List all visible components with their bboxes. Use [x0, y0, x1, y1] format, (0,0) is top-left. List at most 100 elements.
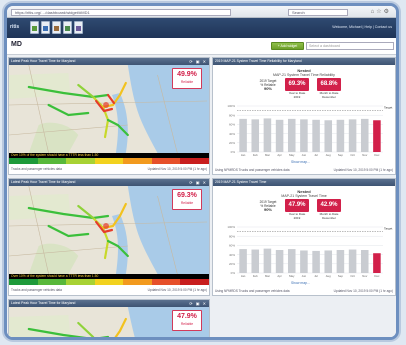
- widget-title: 2019 MAP-21 System Travel Time: [215, 180, 267, 184]
- color-scale: [9, 158, 209, 164]
- bar-oct[interactable]: [348, 119, 357, 152]
- bar-nov[interactable]: [360, 250, 369, 273]
- bar-dec[interactable]: [373, 120, 381, 152]
- monthly-reliability-chart[interactable]: 100% 80% 60% 40% 20% 0% Target Jan Feb Mar Apr May J…: [215, 102, 395, 160]
- widget-footer-source: Using NPMRDS Trucks and passenger vehicl…: [215, 289, 290, 293]
- widget-subheading: MAP-21 System Travel Time: [281, 194, 327, 198]
- monthly-reliability-chart[interactable]: 100% 80% 60% 40% 20% 0% Target Jan Feb Mar Apr May J…: [215, 223, 395, 281]
- map-widget-1: Latest Peak Hour Travel Time for Marylan…: [8, 57, 210, 175]
- dashboard-titlebar: MD + Add widget Select a dashboard: [7, 38, 396, 55]
- y-tick-label: 40%: [229, 253, 235, 257]
- ytd-value-box: 69.3%: [285, 78, 309, 91]
- x-tick-label: Apr: [277, 153, 281, 157]
- widget-footer-updated: Updated Nov 10, 2019 5:00 PM (1 hr ago): [333, 289, 393, 293]
- tool-table-button[interactable]: [52, 21, 61, 34]
- reliability-widget-1: 2019 MAP-21 System Travel Time Reliabili…: [212, 57, 396, 175]
- bar-mar[interactable]: [263, 118, 272, 152]
- x-tick-label: Sep: [338, 153, 343, 157]
- widget-header: Latest Peak Hour Travel Time for Marylan…: [9, 300, 209, 307]
- bar-apr[interactable]: [275, 250, 284, 273]
- x-tick-label: May: [289, 153, 295, 157]
- map-widget-3: Latest Peak Hour Travel Time for Marylan…: [8, 299, 210, 337]
- user-links[interactable]: Welcome, Michael | Help | Contact us: [332, 25, 392, 29]
- tool-trend-button[interactable]: [74, 21, 83, 34]
- bar-aug[interactable]: [324, 250, 333, 273]
- show-map-link[interactable]: Show map...: [291, 160, 310, 164]
- mtd-value-box: 42.9%: [317, 199, 341, 212]
- target-block: 2019 Target % Reliable 90%: [255, 200, 281, 212]
- kpi-label: Reliable: [180, 322, 194, 326]
- bar-jul[interactable]: [312, 119, 320, 152]
- widget-header: 2019 MAP-21 System Travel Time Reliabili…: [213, 58, 395, 65]
- tool-analytics-button[interactable]: [63, 21, 72, 34]
- url-field[interactable]: https://ritis.org/…/dashboard/widget/#MD…: [11, 8, 231, 16]
- page-title: MD: [11, 41, 22, 48]
- x-tick-label: Aug: [326, 153, 331, 157]
- tool-chart-button[interactable]: [41, 21, 50, 34]
- color-scale: [9, 279, 209, 285]
- dashboard-grid: Latest Peak Hour Travel Time for Marylan…: [7, 55, 396, 337]
- app-logo: ritis: [10, 24, 20, 30]
- bar-may[interactable]: [287, 249, 296, 273]
- y-tick-label: 40%: [229, 132, 235, 136]
- bar-sep[interactable]: [336, 119, 345, 152]
- bar-aug[interactable]: [324, 120, 333, 152]
- bar-oct[interactable]: [348, 249, 357, 273]
- x-tick-label: May: [289, 274, 295, 278]
- widget-controls[interactable]: ⟳ ▣ ✕: [189, 58, 207, 65]
- x-tick-label: Jun: [302, 153, 307, 157]
- y-tick-label: 20%: [229, 141, 235, 145]
- widget-header: Latest Peak Hour Travel Time for Marylan…: [9, 179, 209, 186]
- gear-icon[interactable]: ⚙: [384, 9, 391, 15]
- mtd-value-box: 68.8%: [317, 78, 341, 91]
- reliability-widget-2: 2019 MAP-21 System Travel Time Nested MA…: [212, 178, 396, 296]
- kpi-value: 69.3%: [177, 192, 197, 199]
- map-widget-2: Latest Peak Hour Travel Time for Marylan…: [8, 178, 210, 296]
- browser-window: https://ritis.org/…/dashboard/widget/#MD…: [4, 3, 399, 340]
- target-line-label: Target: [384, 227, 393, 231]
- bar-jul[interactable]: [312, 250, 320, 273]
- bar-dec[interactable]: [373, 253, 381, 273]
- ytd-label: Year to Date 2019: [288, 212, 306, 220]
- x-tick-label: Sep: [338, 274, 343, 278]
- y-tick-label: 100%: [227, 104, 235, 108]
- kpi-value: 49.9%: [177, 71, 197, 78]
- bar-jan[interactable]: [239, 118, 247, 152]
- widget-header: 2019 MAP-21 System Travel Time: [213, 179, 395, 186]
- bar-may[interactable]: [287, 118, 296, 152]
- star-icon[interactable]: ☆: [376, 9, 383, 15]
- x-tick-label: Dec: [374, 153, 380, 157]
- kpi-value: 47.9%: [177, 313, 197, 320]
- widget-controls[interactable]: ⟳ ▣ ✕: [189, 179, 207, 186]
- bar-mar[interactable]: [263, 248, 272, 273]
- x-tick-label: Nov: [362, 274, 368, 278]
- bar-nov[interactable]: [360, 118, 369, 152]
- add-widget-button[interactable]: + Add widget: [271, 42, 304, 50]
- browser-search-input[interactable]: Search: [288, 8, 348, 16]
- widget-controls[interactable]: ⟳ ▣ ✕: [189, 300, 207, 307]
- x-tick-label: Feb: [253, 274, 258, 278]
- widget-title: 2019 MAP-21 System Travel Time Reliabili…: [215, 59, 302, 63]
- show-map-link[interactable]: Show map...: [291, 281, 310, 285]
- kpi-label: Reliable: [180, 80, 194, 84]
- dashboard-select[interactable]: Select a dashboard: [306, 42, 394, 50]
- target-value: 90%: [263, 207, 272, 212]
- x-tick-label: Oct: [350, 274, 355, 278]
- bar-sep[interactable]: [336, 250, 345, 273]
- ytd-value-box: 47.9%: [285, 199, 309, 212]
- bar-jan[interactable]: [239, 249, 247, 273]
- bar-feb[interactable]: [251, 249, 260, 273]
- reliability-kpi-box: 49.9% Reliable: [172, 68, 202, 89]
- bar-jun[interactable]: [300, 119, 308, 152]
- bar-jun[interactable]: [300, 250, 308, 273]
- ytd-label: Year to Date 2019: [288, 91, 306, 99]
- browser-icons[interactable]: ⌂☆⚙: [371, 8, 391, 15]
- reliability-kpi-box: 47.9% Reliable: [172, 310, 202, 331]
- bar-apr[interactable]: [275, 119, 284, 152]
- widget-title: Latest Peak Hour Travel Time for Marylan…: [11, 59, 76, 63]
- y-tick-label: 80%: [229, 234, 235, 238]
- bar-feb[interactable]: [251, 119, 260, 152]
- widget-title: Latest Peak Hour Travel Time for Marylan…: [11, 180, 76, 184]
- browser-toolbar: https://ritis.org/…/dashboard/widget/#MD…: [7, 6, 396, 18]
- tool-map-button[interactable]: [30, 21, 39, 34]
